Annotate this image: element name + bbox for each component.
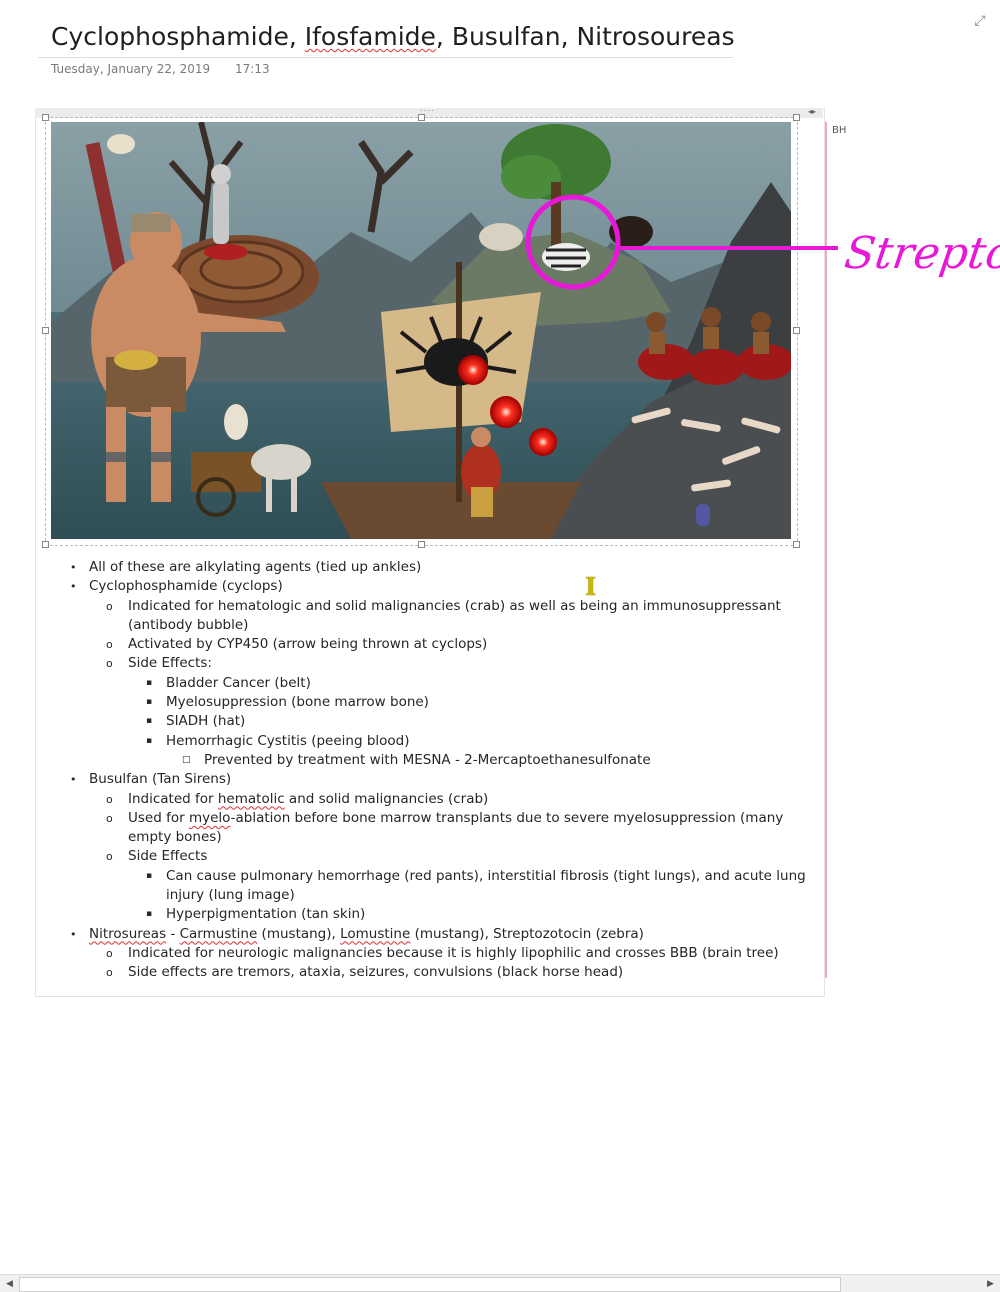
bullet-icon: ▪	[146, 697, 153, 708]
scrollbar-thumb[interactable]	[19, 1277, 841, 1292]
note-text: Bladder Cancer (belt)	[166, 674, 311, 691]
outline-move-handle[interactable]: ····	[420, 107, 438, 115]
page-date: Tuesday, January 22, 2019	[51, 62, 211, 76]
bullet-icon: ▪	[146, 677, 153, 688]
note-text: Indicated for neurologic malignancies be…	[128, 944, 779, 961]
note-item-level-3[interactable]: ▪ Hyperpigmentation (tan skin)	[70, 905, 810, 924]
note-item-level-1[interactable]: • All of these are alkylating agents (tie…	[70, 558, 810, 577]
resize-handle[interactable]	[793, 541, 800, 548]
resize-handle[interactable]	[418, 541, 425, 548]
note-text-misspelled: myelo	[188, 809, 231, 826]
note-text: Side effects are tremors, ataxia, seizur…	[128, 964, 624, 981]
note-item-level-3[interactable]: ▪ Bladder Cancer (belt)	[70, 674, 810, 693]
note-item-level-2[interactable]: o Used for myelo-ablation before bone mar…	[70, 809, 810, 848]
bullet-icon: o	[106, 850, 113, 864]
note-text: Busulfan (Tan Sirens)	[89, 771, 232, 788]
note-item-level-1[interactable]: • Nitrosureas - Carmustine (mustang), Lom…	[70, 925, 810, 944]
horizontal-scrollbar[interactable]: ◀ ▶	[0, 1274, 1000, 1292]
note-text: and solid malignancies (crab)	[284, 790, 489, 807]
page-time: 17:13	[235, 62, 270, 76]
resize-handle[interactable]	[42, 114, 49, 121]
bullet-icon: o	[106, 946, 113, 960]
bullet-icon: •	[70, 927, 77, 941]
title-part: Cyclophosphamide,	[51, 22, 305, 51]
note-text: All of these are alkylating agents (tied…	[89, 559, 422, 575]
bullet-icon: o	[106, 966, 113, 980]
note-text-misspelled: Carmustine	[179, 925, 258, 942]
resize-handle[interactable]	[793, 114, 800, 121]
scroll-right-icon[interactable]: ▶	[983, 1276, 998, 1291]
note-item-level-1[interactable]: • Cyclophosphamide (cyclops)	[70, 577, 810, 596]
bullet-icon: •	[70, 580, 77, 594]
mnemonic-illustration[interactable]	[51, 122, 791, 539]
scroll-left-icon[interactable]: ◀	[2, 1276, 17, 1291]
note-item-level-2[interactable]: o Activated by CYP450 (arrow being thrown…	[70, 635, 810, 654]
bullet-icon: o	[106, 657, 113, 671]
note-text-misspelled: Nitrosureas	[89, 925, 167, 942]
note-item-level-2[interactable]: o Side Effects	[70, 847, 810, 866]
note-text: Prevented by treatment with MESNA - 2-Me…	[204, 751, 651, 768]
note-text: Side Effects:	[128, 655, 212, 672]
note-text: Side Effects	[128, 848, 208, 865]
bullet-icon: •	[70, 561, 77, 574]
ink-annotation-text: Streptoc	[841, 228, 1000, 279]
author-indicator-bar	[825, 122, 827, 978]
bullet-icon: □	[182, 754, 191, 765]
note-text: Cyclophosphamide (cyclops)	[89, 578, 283, 595]
note-item-level-2[interactable]: o Indicated for neurologic malignancies b…	[70, 944, 810, 963]
note-item-level-2[interactable]: o Side Effects:	[70, 654, 810, 673]
bullet-icon: •	[70, 773, 77, 787]
resize-handle[interactable]	[793, 327, 800, 334]
note-text: Activated by CYP450 (arrow being thrown …	[128, 636, 488, 653]
notes-outline[interactable]: • All of these are alkylating agents (tie…	[70, 558, 810, 983]
note-text-misspelled: Lomustine	[340, 925, 411, 942]
bullet-icon: o	[106, 599, 113, 613]
ink-annotation-line	[620, 246, 838, 250]
resize-handle[interactable]	[418, 114, 425, 121]
note-item-level-1[interactable]: • Busulfan (Tan Sirens)	[70, 770, 810, 789]
title-part: , Busulfan, Nitrosoureas	[435, 22, 735, 51]
note-text: -	[166, 925, 180, 942]
bullet-icon: o	[106, 792, 113, 806]
bullet-icon: ▪	[146, 870, 153, 881]
page-title[interactable]: Cyclophosphamide, Ifosfamide, Busulfan, …	[51, 22, 735, 51]
note-text: Used for	[128, 809, 189, 826]
note-text: (mustang),	[257, 925, 341, 942]
note-text: Indicated for hematologic and solid mali…	[128, 597, 781, 633]
bullet-icon: o	[106, 638, 113, 652]
note-item-level-2[interactable]: o Side effects are tremors, ataxia, seizu…	[70, 963, 810, 982]
note-text-misspelled: hematolic	[217, 790, 285, 807]
note-item-level-4[interactable]: □ Prevented by treatment with MESNA - 2-M…	[70, 751, 810, 770]
bullet-icon: ▪	[146, 735, 153, 746]
note-text: (mustang), Streptozotocin (zebra)	[410, 925, 644, 942]
outline-resize-arrows-icon[interactable]: ◂▸	[808, 107, 816, 116]
expand-icon[interactable]: ⤢	[971, 11, 989, 29]
note-text: Indicated for	[128, 790, 218, 807]
text-cursor-icon: I	[585, 572, 597, 601]
bullet-icon: ▪	[146, 716, 153, 727]
title-part-misspelled: Ifosfamide	[304, 22, 436, 51]
bullet-icon: o	[106, 811, 113, 825]
bullet-icon: ▪	[146, 909, 153, 920]
title-divider	[38, 57, 733, 58]
resize-handle[interactable]	[42, 327, 49, 334]
note-item-level-2[interactable]: o Indicated for hematolic and solid malig…	[70, 790, 810, 809]
note-text: Myelosuppression (bone marrow bone)	[166, 694, 429, 711]
resize-handle[interactable]	[42, 541, 49, 548]
note-text: Can cause pulmonary hemorrhage (red pant…	[166, 867, 806, 904]
note-item-level-3[interactable]: ▪ Myelosuppression (bone marrow bone)	[70, 693, 810, 712]
note-item-level-3[interactable]: ▪ Hemorrhagic Cystitis (peeing blood)	[70, 732, 810, 751]
note-item-level-2[interactable]: o Indicated for hematologic and solid mal…	[70, 597, 810, 636]
note-text: SIADH (hat)	[166, 713, 246, 730]
note-text: Hyperpigmentation (tan skin)	[166, 906, 366, 923]
note-text: Hemorrhagic Cystitis (peeing blood)	[166, 732, 410, 749]
author-initials: BH	[832, 125, 847, 136]
note-item-level-3[interactable]: ▪ SIADH (hat)	[70, 712, 810, 731]
note-item-level-3[interactable]: ▪ Can cause pulmonary hemorrhage (red pan…	[70, 867, 810, 906]
